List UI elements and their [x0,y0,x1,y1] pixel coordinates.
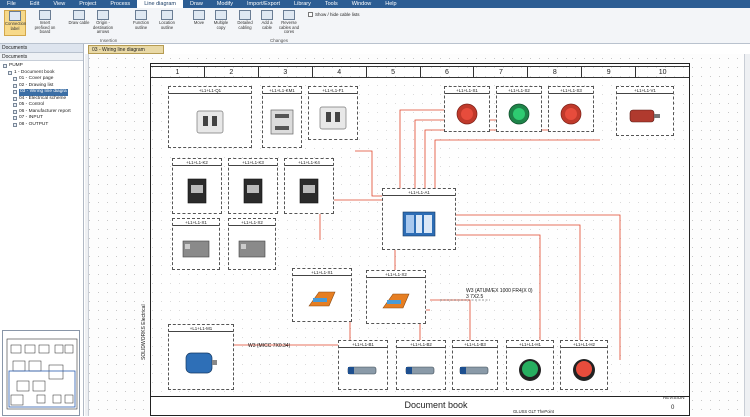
contactor-icon [265,108,299,138]
wire-label-cable[interactable]: W3 (ATUM/EX 1000 FR4(X 0) 3 7X2.5 [466,288,536,300]
red-button-icon [450,100,484,130]
component-tag: +L1+L1-B3 [453,341,497,348]
component-tag: +L1+L1-Q1 [169,87,251,94]
component-km1[interactable]: +L1+L1-KM1 [262,86,302,148]
component-tag: +L1+L1-KM1 [263,87,301,94]
component-tag: +L1+L1-X2 [229,219,275,226]
component-s2[interactable]: +L1+L1-S2 [496,86,542,132]
relay-icon [180,177,214,207]
component-tag: +L1+L1-B2 [397,341,445,348]
sensor-icon [346,356,380,386]
component-b1[interactable]: +L1+L1-B1 [338,340,388,390]
breaker-icon [316,104,350,134]
component-tag: +L1+L1-S2 [497,87,541,94]
terminal-icon [379,288,413,318]
component-m1[interactable]: +L1+L1-M1 [168,324,234,390]
component-v1[interactable]: +L1+L1-V1 [616,86,674,136]
relay-icon [292,177,326,207]
vertical-product-label: SOLIDWORKS Electrical [141,304,147,360]
component-s1[interactable]: +L1+L1-S1 [444,86,490,132]
component-tag: +L1+L1-K3 [229,159,277,166]
motor-icon [184,348,218,378]
component-q1[interactable]: +L1+L1-Q1 [168,86,252,148]
sensor-icon [458,356,492,386]
sensor-icon [404,356,438,386]
motor-red-icon [628,102,662,132]
component-a1[interactable]: +L1+L1-A1 [382,188,456,250]
component-tag: +L1+L1-X1 [293,269,351,276]
revision-label: REVISION [663,395,685,400]
green-lamp-icon [513,356,547,386]
title-block: Document book GLUSS GLT ThePoint REVISIO… [150,395,690,416]
relay-icon [236,177,270,207]
plc-icon [402,210,436,240]
green-button-icon [502,100,536,130]
component-tag: +L1+L1-K2 [173,159,221,166]
component-k2[interactable]: +L1+L1-K2 [172,158,222,214]
component-h2[interactable]: +L1+L1-H2 [560,340,608,390]
wire-label-main[interactable]: W3 (MICC 7X0.34) [248,343,290,349]
component-tag: +L1+L1-H1 [507,341,553,348]
component-tx2[interactable]: +L1+L1-X2 [366,270,426,324]
title-block-info: GLUSS GLT ThePoint [513,409,554,414]
block-icon [179,235,213,265]
red-lamp-icon [567,356,601,386]
component-h1[interactable]: +L1+L1-H1 [506,340,554,390]
component-tag: +L1+L1-V1 [617,87,673,94]
component-tag: +L1+L1-X1 [173,219,219,226]
component-tag: +L1+L1-S3 [549,87,593,94]
component-tx1[interactable]: +L1+L1-X1 [292,268,352,322]
component-f1[interactable]: +L1+L1-F1 [308,86,358,140]
breaker-icon [193,108,227,138]
component-tag: +L1+L1-K4 [285,159,333,166]
component-tag: +L1+L1-A1 [383,189,455,196]
revision-number: 0 [671,405,675,411]
block-icon [235,235,269,265]
component-k4[interactable]: +L1+L1-K4 [284,158,334,214]
component-b2[interactable]: +L1+L1-B2 [396,340,446,390]
component-tag: +L1+L1-S1 [445,87,489,94]
component-tag: +L1+L1-F1 [309,87,357,94]
red-button-icon [554,100,588,130]
component-tag: +L1+L1-X2 [367,271,425,278]
component-x2[interactable]: +L1+L1-X2 [228,218,276,270]
component-s3[interactable]: +L1+L1-S3 [548,86,594,132]
title-block-title: Document book [404,400,468,410]
component-b3[interactable]: +L1+L1-B3 [452,340,498,390]
component-tag: +L1+L1-B1 [339,341,387,348]
terminal-icon [305,286,339,316]
component-tag: +L1+L1-M1 [169,325,233,332]
component-tag: +L1+L1-H2 [561,341,607,348]
component-x1[interactable]: +L1+L1-X1 [172,218,220,270]
component-k3[interactable]: +L1+L1-K3 [228,158,278,214]
